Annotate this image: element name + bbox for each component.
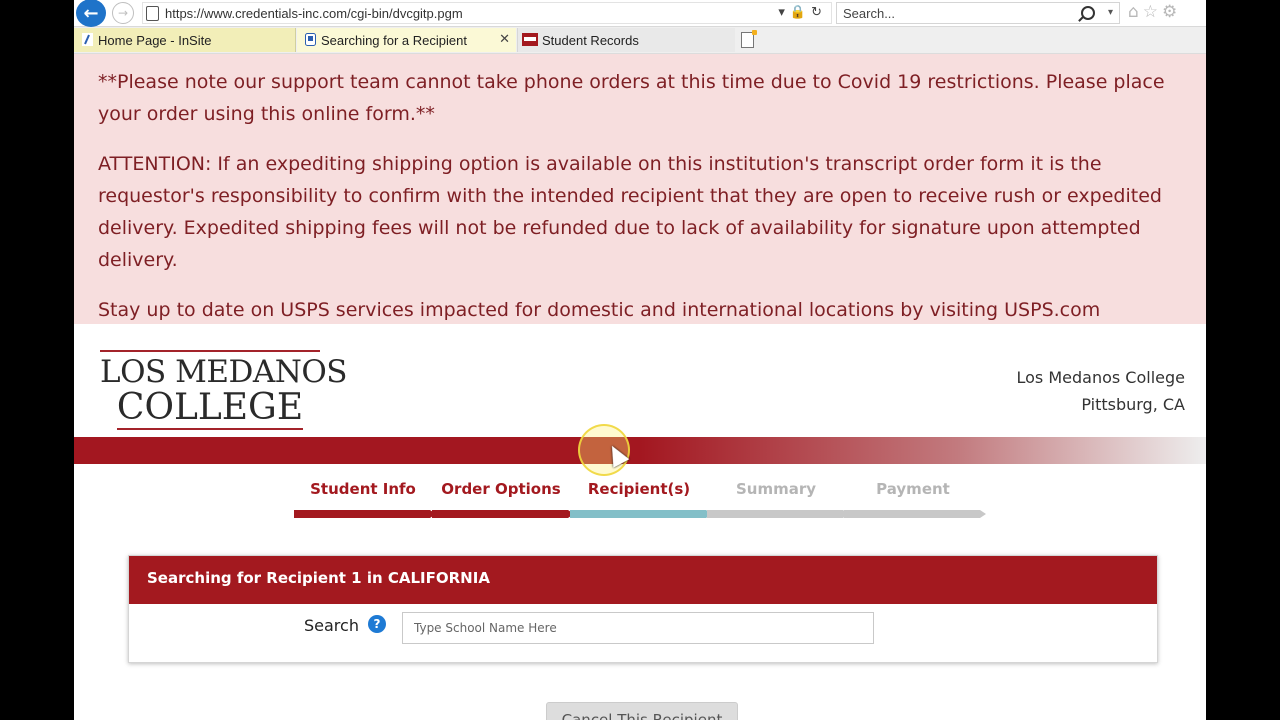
step-order-options[interactable]: Order Options: [432, 480, 574, 518]
lock-icon[interactable]: 🔒: [790, 5, 811, 20]
step-summary: Summary: [707, 480, 849, 518]
step-label: Recipient(s): [587, 480, 691, 498]
step-bar: [570, 510, 712, 518]
logo-line-1: LOS MEDANOS: [100, 350, 347, 390]
step-recipients[interactable]: Recipient(s): [570, 480, 712, 518]
notice-phone-orders: **Please note our support team cannot ta…: [98, 71, 1165, 125]
tab-label: Searching for a Recipient: [321, 33, 467, 48]
insite-favicon-icon: [82, 33, 93, 46]
url-text: https://www.credentials-inc.com/cgi-bin/…: [165, 6, 463, 21]
browser-search-placeholder: Search...: [843, 6, 896, 21]
step-label: Student Info: [310, 480, 416, 498]
notice-usps: Stay up to date on USPS services impacte…: [98, 299, 1101, 321]
institution-name: Los Medanos College: [1016, 368, 1186, 387]
help-icon[interactable]: ?: [368, 615, 386, 633]
forward-arrow-icon[interactable]: →: [112, 2, 134, 24]
logo-line-2: COLLEGE: [116, 387, 304, 430]
recipient-search-panel: Searching for Recipient 1 in CALIFORNIA …: [128, 555, 1158, 663]
new-tab-icon[interactable]: [741, 30, 757, 48]
chevron-down-icon[interactable]: ▾: [1108, 7, 1113, 18]
step-bar: [432, 510, 574, 518]
step-label: Summary: [735, 480, 817, 498]
cancel-recipient-button[interactable]: Cancel This Recipient: [546, 702, 738, 720]
dropdown-icon[interactable]: ▾: [778, 5, 790, 20]
star-icon[interactable]: ☆: [1143, 2, 1162, 22]
gear-icon[interactable]: ⚙: [1162, 2, 1181, 22]
browser-window: ← → https://www.credentials-inc.com/cgi-…: [74, 0, 1206, 720]
refresh-icon[interactable]: ↻: [811, 5, 827, 20]
covid-notice: **Please note our support team cannot ta…: [74, 54, 1206, 324]
back-arrow-icon[interactable]: ←: [76, 0, 106, 27]
url-field[interactable]: https://www.credentials-inc.com/cgi-bin/…: [142, 2, 832, 24]
step-bar: [707, 510, 849, 518]
step-student-info[interactable]: Student Info: [294, 480, 436, 518]
institution-location: Pittsburg, CA: [1081, 395, 1185, 414]
url-tools: ▾🔒↻: [778, 5, 827, 20]
lmc-favicon-icon: [522, 33, 538, 46]
step-payment: Payment: [844, 480, 986, 518]
search-label: Search: [304, 616, 359, 635]
tab-searching-for-recipient[interactable]: Searching for a Recipient ✕: [297, 28, 516, 52]
step-bar: [844, 510, 986, 518]
step-label: Payment: [876, 480, 950, 498]
header-band: [74, 437, 1206, 464]
step-label: Order Options: [441, 480, 561, 498]
page-favicon-icon: [305, 33, 316, 46]
toolbar-icons: ⌂☆⚙: [1128, 2, 1181, 22]
notice-expedited-shipping: ATTENTION: If an expediting shipping opt…: [98, 153, 1162, 271]
panel-title: Searching for Recipient 1 in CALIFORNIA: [129, 556, 1157, 604]
tab-bar: Home Page - InSite Searching for a Recip…: [74, 27, 1206, 54]
step-bar: [294, 510, 436, 518]
search-icon[interactable]: [1081, 6, 1095, 20]
tab-home-page-insite[interactable]: Home Page - InSite: [74, 28, 296, 52]
address-bar-row: ← → https://www.credentials-inc.com/cgi-…: [74, 0, 1206, 27]
browser-search-field[interactable]: Search... ▾: [836, 2, 1120, 24]
progress-steps: Student Info Order Options Recipient(s) …: [294, 480, 986, 520]
tab-student-records[interactable]: Student Records: [517, 28, 735, 52]
tab-label: Home Page - InSite: [98, 33, 212, 48]
close-icon[interactable]: ✕: [499, 31, 510, 47]
institution-info: Los Medanos College Pittsburg, CA: [1017, 364, 1186, 418]
home-icon[interactable]: ⌂: [1128, 2, 1143, 22]
page-icon: [146, 6, 159, 21]
college-logo: LOS MEDANOS COLLEGE: [100, 350, 347, 432]
school-search-input[interactable]: [402, 612, 874, 644]
tab-label: Student Records: [542, 33, 639, 48]
